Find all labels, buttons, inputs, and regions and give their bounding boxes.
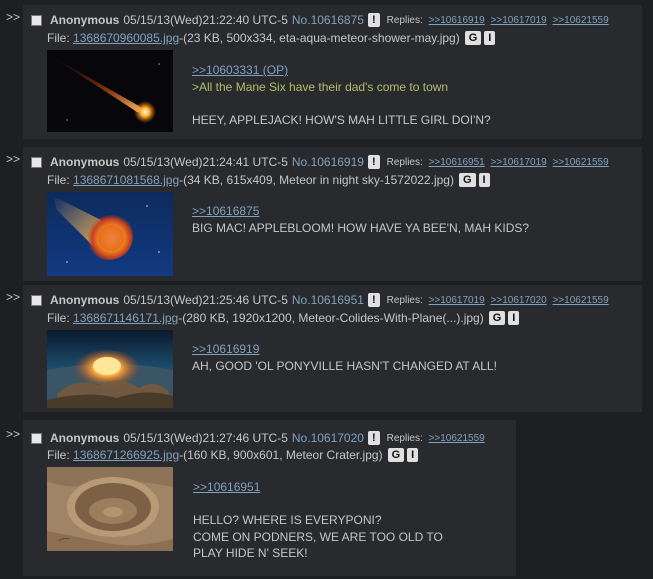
- report-button[interactable]: !: [367, 293, 380, 307]
- post-text-line: COME ON PODNERS, WE ARE TOO OLD TO: [193, 529, 443, 544]
- iqdb-search-button[interactable]: I: [407, 448, 419, 462]
- file-label: File:: [47, 448, 70, 462]
- file-details: -(34 KB, 615x409, Meteor in night sky-15…: [179, 173, 454, 187]
- reply-link[interactable]: >>10617020: [491, 295, 547, 306]
- poster-name: Anonymous: [50, 431, 120, 445]
- quote-link[interactable]: >>10616919: [192, 341, 497, 358]
- post-message: >>10616919 AH, GOOD 'OL PONYVILLE HASN'T…: [192, 341, 497, 374]
- post-date: 05/15/13(Wed)21:22:40 UTC-5: [123, 13, 288, 27]
- google-search-button[interactable]: G: [464, 31, 482, 45]
- post-date: 05/15/13(Wed)21:25:46 UTC-5: [123, 293, 288, 307]
- reply-link[interactable]: >>10616951: [429, 157, 485, 168]
- file-label: File:: [47, 311, 70, 325]
- iqdb-search-button[interactable]: I: [478, 173, 490, 187]
- reply-link[interactable]: >>10621559: [552, 15, 608, 26]
- quote-link[interactable]: >>10603331 (OP): [192, 62, 491, 79]
- post-header: Anonymous 05/15/13(Wed)21:27:46 UTC-5 No…: [31, 430, 485, 446]
- post-select-checkbox[interactable]: [31, 14, 42, 26]
- post-text: HEEY, APPLEJACK! HOW'S MAH LITTLE GIRL D…: [192, 112, 491, 127]
- post-date: 05/15/13(Wed)21:24:41 UTC-5: [123, 155, 288, 169]
- iqdb-search-button[interactable]: I: [508, 311, 520, 325]
- reply-link[interactable]: >>10616919: [429, 15, 485, 26]
- post-header: Anonymous 05/15/13(Wed)21:25:46 UTC-5 No…: [31, 292, 609, 308]
- post-number[interactable]: No.10617020: [292, 431, 364, 445]
- reply-link[interactable]: >>10617019: [491, 15, 547, 26]
- post-date: 05/15/13(Wed)21:27:46 UTC-5: [123, 431, 288, 445]
- file-link[interactable]: 1368671081568.jpg: [73, 173, 179, 187]
- poster-name: Anonymous: [50, 293, 120, 307]
- google-search-button[interactable]: G: [458, 173, 476, 187]
- replies-label: Replies:: [386, 294, 423, 306]
- post: Anonymous 05/15/13(Wed)21:25:46 UTC-5 No…: [23, 285, 642, 412]
- thumbnail-meteor-crater[interactable]: [47, 467, 173, 551]
- post-arrow: >>: [6, 290, 21, 304]
- replies-label: Replies:: [386, 156, 423, 168]
- iqdb-search-button[interactable]: I: [484, 31, 496, 45]
- reply-link[interactable]: >>10621559: [552, 295, 608, 306]
- poster-name: Anonymous: [50, 155, 120, 169]
- post-text-line: HELLO? WHERE IS EVERYPONI?: [193, 513, 382, 527]
- file-info-line: File: 1368671146171.jpg -(280 KB, 1920x1…: [47, 310, 520, 326]
- post-header: Anonymous 05/15/13(Wed)21:24:41 UTC-5 No…: [31, 154, 609, 170]
- post: Anonymous 05/15/13(Wed)21:24:41 UTC-5 No…: [23, 147, 642, 281]
- report-button[interactable]: !: [367, 431, 380, 445]
- replies-label: Replies:: [386, 432, 423, 444]
- thumbnail-meteor-impact[interactable]: [47, 330, 173, 408]
- thumbnail-meteor-fireball[interactable]: [47, 192, 173, 276]
- replies: Replies: >>10616951 >>10617019 >>1062155…: [387, 157, 609, 168]
- post: Anonymous 05/15/13(Wed)21:22:40 UTC-5 No…: [23, 5, 642, 139]
- reply-link[interactable]: >>10617019: [491, 157, 547, 168]
- quote-link[interactable]: >>10616875: [192, 203, 529, 220]
- post-arrow: >>: [6, 427, 21, 441]
- file-link[interactable]: 1368671266925.jpg: [73, 448, 179, 462]
- post-select-checkbox[interactable]: [31, 156, 42, 168]
- post-arrow: >>: [6, 152, 21, 166]
- post-arrow: >>: [6, 10, 21, 24]
- post-select-checkbox[interactable]: [31, 294, 42, 306]
- file-info-line: File: 1368671266925.jpg -(160 KB, 900x60…: [47, 447, 419, 463]
- post-text: BIG MAC! APPLEBLOOM! HOW HAVE YA BEE'N, …: [192, 220, 530, 235]
- greentext-line: >All the Mane Six have their dad's come …: [192, 79, 449, 94]
- file-details: -(160 KB, 900x601, Meteor Crater.jpg): [179, 448, 383, 462]
- file-info-line: File: 1368671081568.jpg -(34 KB, 615x409…: [47, 172, 490, 188]
- replies: Replies: >>10616919 >>10617019 >>1062155…: [387, 15, 609, 26]
- quote-link[interactable]: >>10616951: [193, 479, 443, 496]
- file-link[interactable]: 1368671146171.jpg: [73, 311, 178, 325]
- replies-label: Replies:: [386, 14, 423, 26]
- report-button[interactable]: !: [367, 155, 380, 169]
- file-link[interactable]: 1368670960085.jpg: [73, 31, 179, 45]
- file-label: File:: [47, 173, 70, 187]
- file-info-line: File: 1368670960085.jpg -(23 KB, 500x334…: [47, 30, 496, 46]
- post: Anonymous 05/15/13(Wed)21:27:46 UTC-5 No…: [23, 420, 516, 576]
- post-header: Anonymous 05/15/13(Wed)21:22:40 UTC-5 No…: [31, 12, 609, 28]
- poster-name: Anonymous: [50, 13, 120, 27]
- google-search-button[interactable]: G: [488, 311, 506, 325]
- file-details: -(23 KB, 500x334, eta-aqua-meteor-shower…: [179, 31, 460, 45]
- file-label: File:: [47, 31, 70, 45]
- report-button[interactable]: !: [367, 13, 380, 27]
- post-message: >>10616951 HELLO? WHERE IS EVERYPONI? CO…: [193, 479, 443, 562]
- google-search-button[interactable]: G: [387, 448, 405, 462]
- post-text: AH, GOOD 'OL PONYVILLE HASN'T CHANGED AT…: [192, 358, 497, 373]
- post-message: >>10603331 (OP) >All the Mane Six have t…: [192, 62, 491, 128]
- post-number[interactable]: No.10616875: [292, 13, 364, 27]
- thumbnail-meteor-streak[interactable]: [47, 50, 173, 132]
- post-message: >>10616875 BIG MAC! APPLEBLOOM! HOW HAVE…: [192, 203, 529, 236]
- post-text-line: PLAY HIDE N' SEEK!: [193, 546, 308, 560]
- post-select-checkbox[interactable]: [31, 432, 42, 444]
- replies: Replies: >>10617019 >>10617020 >>1062155…: [387, 295, 609, 306]
- file-details: -(280 KB, 1920x1200, Meteor-Colides-With…: [178, 311, 484, 325]
- replies: Replies: >>10621559: [387, 433, 485, 444]
- reply-link[interactable]: >>10621559: [429, 433, 485, 444]
- post-number[interactable]: No.10616951: [292, 293, 364, 307]
- reply-link[interactable]: >>10617019: [429, 295, 485, 306]
- post-number[interactable]: No.10616919: [292, 155, 364, 169]
- reply-link[interactable]: >>10621559: [552, 157, 608, 168]
